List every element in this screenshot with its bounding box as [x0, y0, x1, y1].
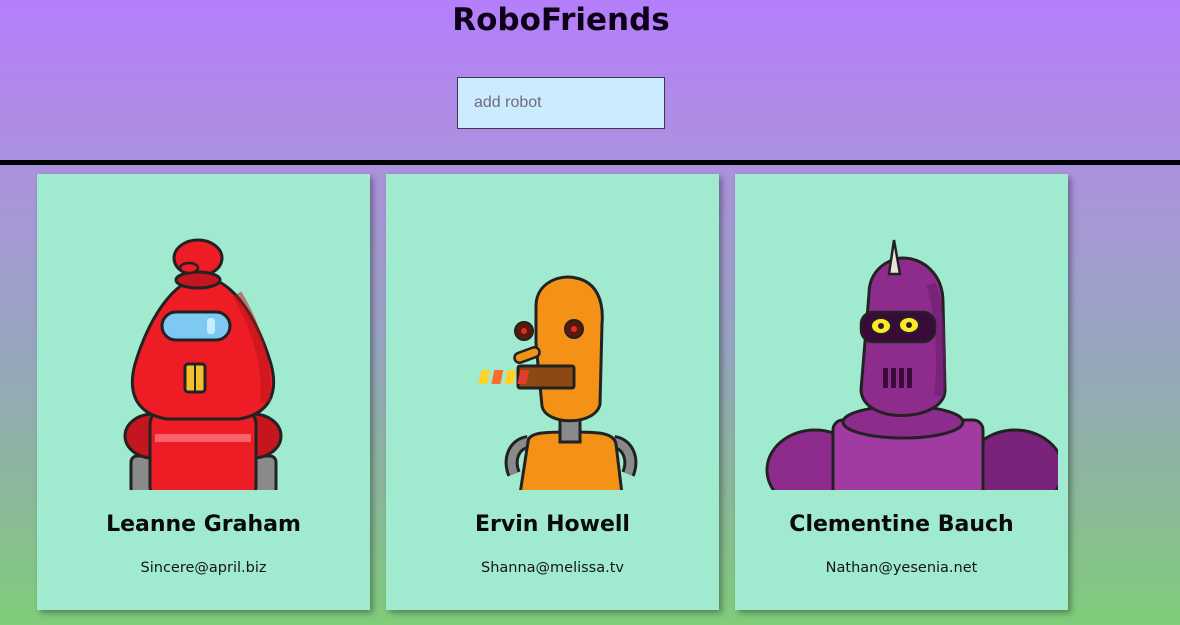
- robot-card[interactable]: Leanne Graham Sincere@april.biz: [37, 174, 370, 610]
- header: RoboFriends: [0, 0, 1180, 162]
- robot-email: Nathan@yesenia.net: [825, 560, 978, 576]
- red-robot-avatar: [47, 174, 360, 490]
- purple-robot-avatar: [745, 174, 1058, 490]
- robot-card[interactable]: Clementine Bauch Nathan@yesenia.net: [735, 174, 1068, 610]
- orange-robot-avatar: [396, 174, 709, 490]
- robot-name: Leanne Graham: [106, 512, 301, 537]
- page-title: RoboFriends: [452, 2, 670, 38]
- robot-email: Sincere@april.biz: [140, 560, 267, 576]
- robot-name: Ervin Howell: [475, 512, 630, 537]
- search-input[interactable]: [457, 77, 665, 129]
- robot-email: Shanna@melissa.tv: [480, 560, 625, 576]
- card-list: Leanne Graham Sincere@april.biz Ervin Ho…: [0, 174, 1180, 614]
- robot-name: Clementine Bauch: [789, 512, 1014, 537]
- header-divider: [0, 160, 1180, 165]
- robot-card[interactable]: Ervin Howell Shanna@melissa.tv: [386, 174, 719, 610]
